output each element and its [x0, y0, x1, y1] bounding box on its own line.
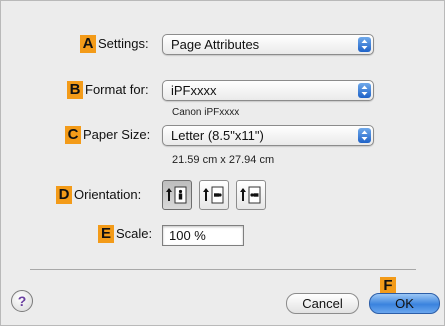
orientation-landscape-right-button[interactable] — [236, 180, 266, 210]
callout-badge-a: A — [80, 35, 96, 53]
orientation-portrait-button[interactable] — [162, 180, 192, 210]
paper-dimensions-text: 21.59 cm x 27.94 cm — [172, 154, 275, 166]
callout-badge-b: B — [67, 81, 83, 99]
paper-size-popup[interactable]: Letter (8.5"x11") — [162, 125, 374, 146]
callout-badge-e: E — [98, 225, 114, 243]
page-setup-dialog: A Settings: Page Attributes B Format for… — [0, 0, 445, 326]
popup-arrows-icon — [358, 128, 371, 143]
popup-arrows-icon — [358, 37, 371, 52]
paper-size-label: Paper Size: — [83, 127, 151, 142]
format-for-value: iPFxxxx — [171, 83, 217, 98]
scale-input[interactable]: 100 % — [162, 225, 244, 246]
landscape-right-icon — [240, 186, 261, 204]
orientation-label: Orientation: — [74, 187, 142, 202]
settings-label: Settings: — [98, 36, 149, 51]
portrait-icon — [166, 186, 187, 204]
format-for-popup[interactable]: iPFxxxx — [162, 80, 374, 101]
callout-badge-c: C — [65, 126, 81, 144]
popup-arrows-icon — [358, 83, 371, 98]
cancel-button[interactable]: Cancel — [286, 293, 359, 314]
paper-size-value: Letter (8.5"x11") — [171, 128, 264, 143]
help-button[interactable]: ? — [11, 290, 33, 312]
printer-model-text: Canon iPFxxxx — [172, 107, 240, 118]
landscape-left-icon — [203, 186, 224, 204]
scale-value: 100 % — [169, 228, 206, 243]
orientation-landscape-left-button[interactable] — [199, 180, 229, 210]
ok-button[interactable]: OK — [369, 293, 440, 314]
separator — [30, 269, 416, 270]
callout-badge-d: D — [56, 186, 72, 204]
settings-value: Page Attributes — [171, 37, 260, 52]
scale-label: Scale: — [116, 226, 153, 241]
format-for-label: Format for: — [85, 82, 149, 97]
settings-popup[interactable]: Page Attributes — [162, 34, 374, 55]
help-icon: ? — [17, 293, 27, 309]
